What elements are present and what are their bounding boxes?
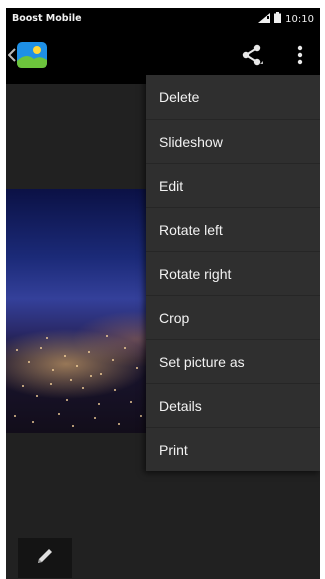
signal-icon	[258, 10, 271, 28]
carrier-name: Boost Mobile	[12, 13, 82, 24]
battery-icon	[274, 10, 282, 28]
menu-item-edit[interactable]: Edit	[146, 163, 320, 207]
status-icons: 10:10	[258, 12, 314, 26]
menu-item-crop[interactable]: Crop	[146, 295, 320, 339]
menu-item-rotate-right[interactable]: Rotate right	[146, 251, 320, 295]
phone-screen: Boost Mobile 10:10 Delete Slideshow Edit…	[6, 8, 320, 579]
menu-item-slideshow[interactable]: Slideshow	[146, 119, 320, 163]
overflow-menu-button[interactable]	[290, 42, 310, 72]
menu-item-rotate-left[interactable]: Rotate left	[146, 207, 320, 251]
menu-item-delete[interactable]: Delete	[146, 75, 320, 119]
gallery-app-icon	[16, 41, 48, 74]
share-icon	[241, 44, 263, 71]
status-bar: Boost Mobile 10:10	[6, 8, 320, 30]
clock: 10:10	[285, 13, 314, 25]
more-vert-icon	[297, 45, 303, 70]
menu-item-details[interactable]: Details	[146, 383, 320, 427]
overflow-menu: Delete Slideshow Edit Rotate left Rotate…	[146, 75, 320, 471]
pencil-icon	[35, 546, 55, 571]
edit-button[interactable]	[18, 538, 72, 578]
menu-item-print[interactable]: Print	[146, 427, 320, 471]
share-button[interactable]	[238, 42, 266, 72]
back-chevron-icon	[7, 47, 16, 67]
menu-item-set-picture-as[interactable]: Set picture as	[146, 339, 320, 383]
back-button[interactable]	[7, 41, 54, 74]
